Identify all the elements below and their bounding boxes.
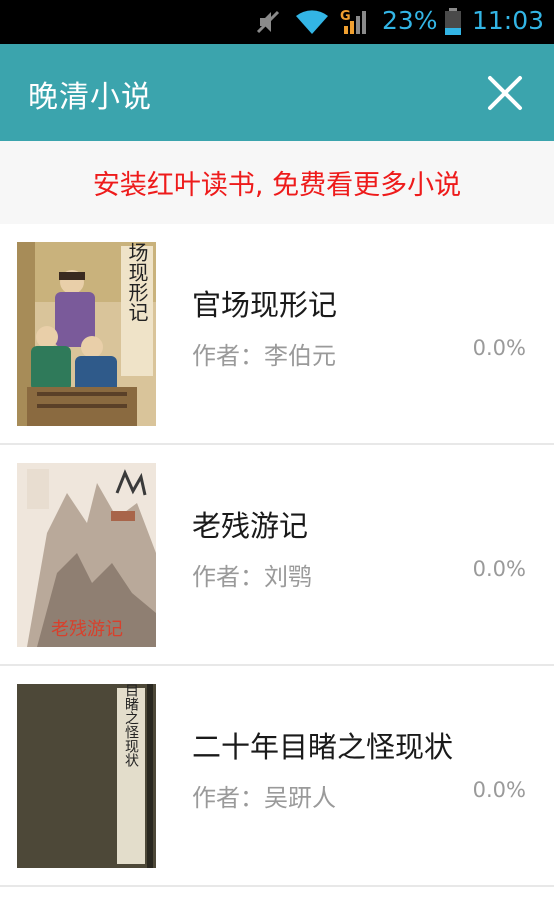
cover-title: 老残游记: [51, 619, 123, 640]
cover-title: 二十年目睹之怪现状: [123, 684, 139, 767]
book-cover: 官场现形记: [17, 242, 156, 426]
book-author: 作者：李伯元: [192, 342, 336, 370]
battery-icon: [445, 8, 461, 35]
book-author: 作者：刘鹗: [192, 563, 312, 591]
wifi-icon: [296, 10, 328, 34]
book-cover: 老残游记: [17, 463, 156, 647]
book-cover: 二十年目睹之怪现状: [17, 684, 156, 868]
book-list: 官场现形记 官场现形记 作者：李伯元 0.0% 老残游记 老残游记 作者：刘鹗 …: [0, 224, 554, 887]
book-progress: 0.0%: [472, 557, 526, 581]
book-item[interactable]: 官场现形记 官场现形记 作者：李伯元 0.0%: [0, 224, 554, 445]
book-progress: 0.0%: [472, 778, 526, 802]
app-bar: 晚清小说: [0, 44, 554, 141]
signal-icon: G: [340, 9, 366, 34]
close-button[interactable]: [484, 72, 526, 114]
book-item[interactable]: 老残游记 老残游记 作者：刘鹗 0.0%: [0, 445, 554, 666]
book-progress: 0.0%: [472, 336, 526, 360]
battery-percent: 23%: [382, 6, 438, 35]
book-item[interactable]: 二十年目睹之怪现状 二十年目睹之怪现状 作者：吴趼人 0.0%: [0, 666, 554, 887]
book-author: 作者：吴趼人: [192, 784, 336, 812]
app-title: 晚清小说: [28, 80, 152, 115]
book-title: 老残游记: [192, 509, 309, 543]
mute-icon: [256, 10, 280, 34]
close-icon: [488, 76, 522, 110]
promo-text: 安装红叶读书, 免费看更多小说: [92, 170, 462, 201]
svg-text:G: G: [340, 9, 351, 24]
book-title: 二十年目睹之怪现状: [192, 730, 454, 764]
status-bar: G 23% 11:03: [0, 0, 554, 44]
book-title: 官场现形记: [192, 288, 338, 322]
cover-title: 官场现形记: [125, 242, 149, 322]
clock: 11:03: [472, 6, 545, 35]
install-promo-banner[interactable]: 安装红叶读书, 免费看更多小说: [0, 141, 554, 224]
